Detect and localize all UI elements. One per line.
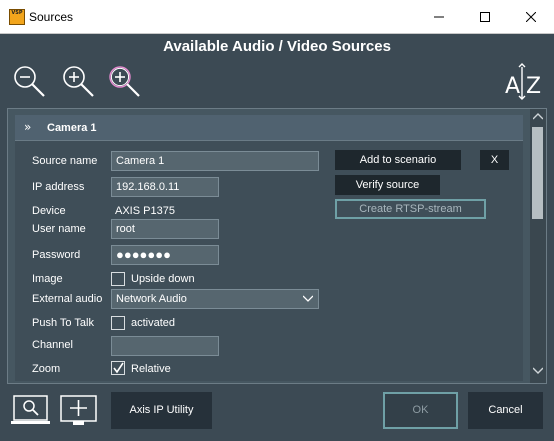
external-audio-select[interactable]: Network Audio <box>111 289 319 309</box>
ok-button[interactable]: OK <box>383 392 458 429</box>
chevron-down-icon <box>303 295 313 302</box>
channel-label: Channel <box>32 339 73 351</box>
password-label: Password <box>32 249 81 261</box>
relative-checkbox[interactable] <box>111 361 125 375</box>
maximize-icon <box>480 12 490 22</box>
search-display-button[interactable] <box>11 395 51 432</box>
zoom-out-icon <box>14 66 45 97</box>
sort-az-button[interactable]: A Z <box>504 63 544 103</box>
image-label: Image <box>32 273 63 285</box>
sort-letter-a: A <box>505 74 520 99</box>
add-to-scenario-button[interactable]: Add to scenario <box>335 150 461 170</box>
sort-letter-z: Z <box>526 74 541 99</box>
zoom-in-highlight-button[interactable] <box>107 64 143 100</box>
minimize-icon <box>434 16 444 18</box>
remove-source-button[interactable]: X <box>480 150 509 170</box>
source-name-input[interactable]: Camera 1 <box>111 151 319 171</box>
device-value: AXIS P1375 <box>115 205 175 217</box>
device-label: Device <box>32 205 66 217</box>
ip-address-input[interactable]: 192.168.0.11 <box>111 177 219 197</box>
maximize-button[interactable] <box>462 0 508 34</box>
user-name-label: User name <box>32 223 86 235</box>
scroll-up-icon[interactable] <box>533 112 543 120</box>
camera-settings: Source name Camera 1 IP address 192.168.… <box>15 141 523 381</box>
upside-down-checkbox[interactable] <box>111 272 125 286</box>
panel-scrollbar[interactable] <box>530 109 546 383</box>
verify-source-button[interactable]: Verify source <box>335 175 440 195</box>
checkmark-icon <box>113 362 124 374</box>
camera-title: Camera 1 <box>47 122 97 134</box>
zoom-in-highlight-icon <box>109 66 140 97</box>
cancel-button[interactable]: Cancel <box>468 392 543 429</box>
zoom-in-icon <box>63 66 94 97</box>
ip-address-label: IP address <box>32 181 85 193</box>
search-display-icon <box>11 395 50 424</box>
create-rtsp-stream-button[interactable]: Create RTSP-stream <box>335 199 486 219</box>
app-logo-text: VSP <box>11 10 23 16</box>
add-display-icon <box>60 395 97 425</box>
relative-label: Relative <box>131 363 171 375</box>
zoom-in-button[interactable] <box>61 64 97 100</box>
zoom-out-button[interactable] <box>12 64 48 100</box>
close-icon <box>526 12 536 22</box>
minimize-button[interactable] <box>416 0 462 34</box>
sort-az-icon: A Z <box>505 63 541 100</box>
collapse-chevron-icon[interactable]: » <box>24 120 31 134</box>
close-window-button[interactable] <box>508 0 554 34</box>
activated-label: activated <box>131 317 176 329</box>
user-name-input[interactable]: root <box>111 219 219 239</box>
window-title: Sources <box>29 10 74 24</box>
sources-panel: » Camera 1 Source name Camera 1 IP addre… <box>7 108 547 384</box>
camera-header[interactable]: » Camera 1 <box>15 115 523 141</box>
push-to-talk-label: Push To Talk <box>32 317 94 329</box>
scroll-down-icon[interactable] <box>533 367 543 375</box>
password-input[interactable]: ●●●●●●● <box>111 245 219 265</box>
zoom-label: Zoom <box>32 363 61 375</box>
push-to-talk-checkbox[interactable] <box>111 316 125 330</box>
scrollbar-thumb[interactable] <box>532 127 543 219</box>
page-title: Available Audio / Video Sources <box>163 38 391 55</box>
external-audio-value: Network Audio <box>116 293 187 305</box>
axis-ip-utility-button[interactable]: Axis IP Utility <box>111 392 212 429</box>
title-bar: VSP Sources <box>0 0 554 34</box>
source-name-label: Source name <box>32 155 98 167</box>
add-display-button[interactable] <box>60 395 98 432</box>
external-audio-label: External audio <box>32 293 103 305</box>
upside-down-label: Upside down <box>131 273 195 285</box>
channel-input[interactable] <box>111 336 219 356</box>
app-logo-icon: VSP <box>9 9 25 25</box>
